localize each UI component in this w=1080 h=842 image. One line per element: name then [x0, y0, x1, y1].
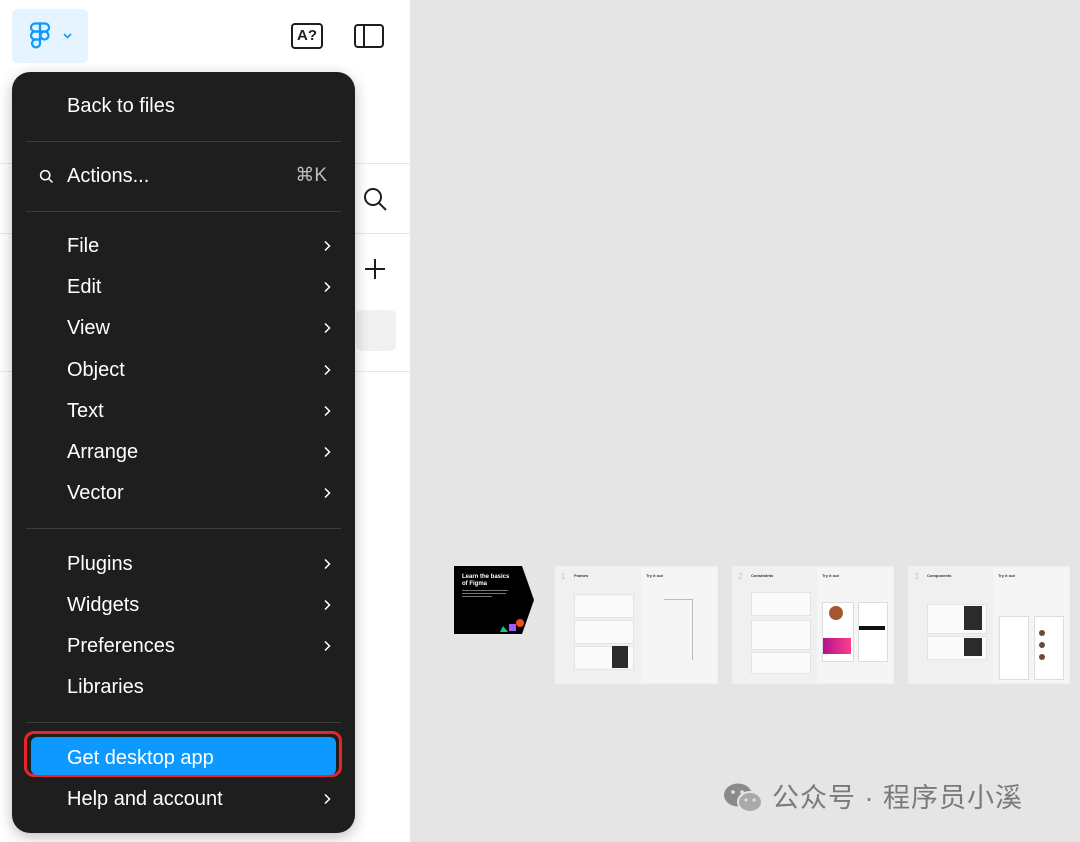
- sidebar-toggle-button[interactable]: [354, 24, 384, 53]
- lesson-number: 2: [738, 572, 743, 581]
- phone-button: [859, 626, 885, 630]
- menu-item-label: Vector: [67, 482, 124, 504]
- main-menu-button[interactable]: [12, 9, 88, 63]
- chevron-right-icon: [324, 558, 331, 570]
- menu-item-label: Actions...: [67, 165, 150, 187]
- constraints-lesson-thumbnail[interactable]: 2 Constraints Try it out: [732, 566, 894, 684]
- menu-item-label: Libraries: [67, 676, 144, 698]
- menu-item-vector[interactable]: Vector: [12, 474, 355, 512]
- lesson-block: [574, 620, 634, 644]
- lesson-number: 1: [561, 572, 566, 581]
- cover-title: Learn the basics of Figma: [462, 574, 510, 587]
- chevron-right-icon: [324, 487, 331, 499]
- phone-avatar: [1039, 630, 1045, 636]
- lesson-preview-dark: [964, 638, 982, 656]
- menu-separator: [26, 211, 341, 212]
- menu-item-object[interactable]: Object: [12, 351, 355, 389]
- wechat-icon: [724, 783, 763, 813]
- menu-item-help-and-account[interactable]: Help and account: [12, 780, 355, 818]
- phone-mockup: [999, 616, 1029, 680]
- try-it-out-title: Try it out: [646, 573, 663, 578]
- plus-icon: [365, 259, 385, 279]
- lesson-block: [574, 594, 634, 618]
- chevron-right-icon: [324, 599, 331, 611]
- menu-separator: [26, 141, 341, 142]
- layer-search-button[interactable]: [362, 186, 388, 217]
- menu-item-label: Object: [67, 359, 125, 381]
- chevron-right-icon: [324, 793, 331, 805]
- lesson-number: 3: [914, 572, 919, 581]
- phone-image: [823, 638, 851, 654]
- cover-frame-thumbnail[interactable]: Learn the basics of Figma: [454, 566, 534, 634]
- menu-item-label: Get desktop app: [67, 747, 214, 769]
- menu-item-label: Plugins: [67, 553, 133, 575]
- chevron-right-icon: [324, 446, 331, 458]
- menu-item-preferences[interactable]: Preferences: [12, 627, 355, 665]
- try-it-out-title: Try it out: [822, 573, 839, 578]
- phone-mockup: [1034, 616, 1064, 680]
- menu-item-label: Back to files: [67, 95, 175, 117]
- lesson-preview-dark: [612, 646, 628, 668]
- chevron-right-icon: [324, 640, 331, 652]
- menu-item-file[interactable]: File: [12, 227, 355, 265]
- try-it-out-title: Try it out: [998, 573, 1015, 578]
- menu-item-get-desktop-app[interactable]: Get desktop app: [12, 731, 355, 777]
- menu-item-label: Edit: [67, 276, 102, 298]
- lesson-block: [751, 620, 811, 650]
- menu-item-label: File: [67, 235, 100, 257]
- menu-separator: [26, 528, 341, 529]
- watermark-text: 公众号 · 程序员小溪: [772, 783, 1023, 813]
- chevron-right-icon: [324, 240, 331, 252]
- phone-avatar: [829, 606, 843, 620]
- sidebar-toggle-icon: [354, 24, 384, 48]
- menu-item-label: Help and account: [67, 788, 223, 810]
- lesson-title: Frames: [574, 573, 589, 578]
- page-list-item[interactable]: [356, 310, 396, 351]
- menu-item-back-to-files[interactable]: Back to files: [12, 87, 355, 125]
- menu-item-label: Widgets: [67, 594, 140, 616]
- menu-separator: [26, 722, 341, 723]
- search-icon: [364, 188, 387, 211]
- cover-subtitle-lines: [462, 590, 508, 597]
- phone-avatar: [1039, 642, 1045, 648]
- menu-item-actions[interactable]: Actions... ⌘K: [12, 157, 355, 195]
- lesson-title: Constraints: [751, 573, 774, 578]
- chevron-down-icon: [63, 33, 72, 39]
- menu-item-libraries[interactable]: Libraries: [12, 668, 355, 706]
- main-menu: Back to files Actions... ⌘K File Edit Vi…: [12, 72, 355, 833]
- keyboard-shortcut: ⌘K: [295, 165, 327, 186]
- components-lesson-thumbnail[interactable]: 3 Components Try it out: [908, 566, 1070, 684]
- chevron-right-icon: [324, 322, 331, 334]
- chevron-right-icon: [324, 281, 331, 293]
- phone-mockup: [858, 602, 888, 662]
- menu-item-label: View: [67, 317, 110, 339]
- menu-item-label: Preferences: [67, 635, 175, 657]
- try-frame: [664, 599, 693, 660]
- lesson-block: [751, 652, 811, 674]
- menu-item-plugins[interactable]: Plugins: [12, 545, 355, 583]
- menu-item-label: Arrange: [67, 441, 139, 463]
- font-check-label: A?: [297, 27, 317, 44]
- phone-avatar: [1039, 654, 1045, 660]
- frames-lesson-thumbnail[interactable]: 1 Frames Try it out: [555, 566, 718, 684]
- menu-item-widgets[interactable]: Widgets: [12, 586, 355, 624]
- lesson-preview-dark: [964, 606, 982, 630]
- menu-item-label: Text: [67, 400, 104, 422]
- menu-item-view[interactable]: View: [12, 309, 355, 347]
- chevron-right-icon: [324, 405, 331, 417]
- chevron-right-icon: [324, 364, 331, 376]
- lesson-block: [751, 592, 811, 616]
- figma-logo-icon: [29, 22, 51, 49]
- menu-item-text[interactable]: Text: [12, 392, 355, 430]
- lesson-title: Components: [927, 573, 952, 578]
- font-check-button[interactable]: A?: [291, 23, 323, 54]
- menu-item-arrange[interactable]: Arrange: [12, 433, 355, 471]
- search-icon: [39, 169, 54, 184]
- add-page-button[interactable]: [362, 256, 388, 287]
- menu-item-edit[interactable]: Edit: [12, 268, 355, 306]
